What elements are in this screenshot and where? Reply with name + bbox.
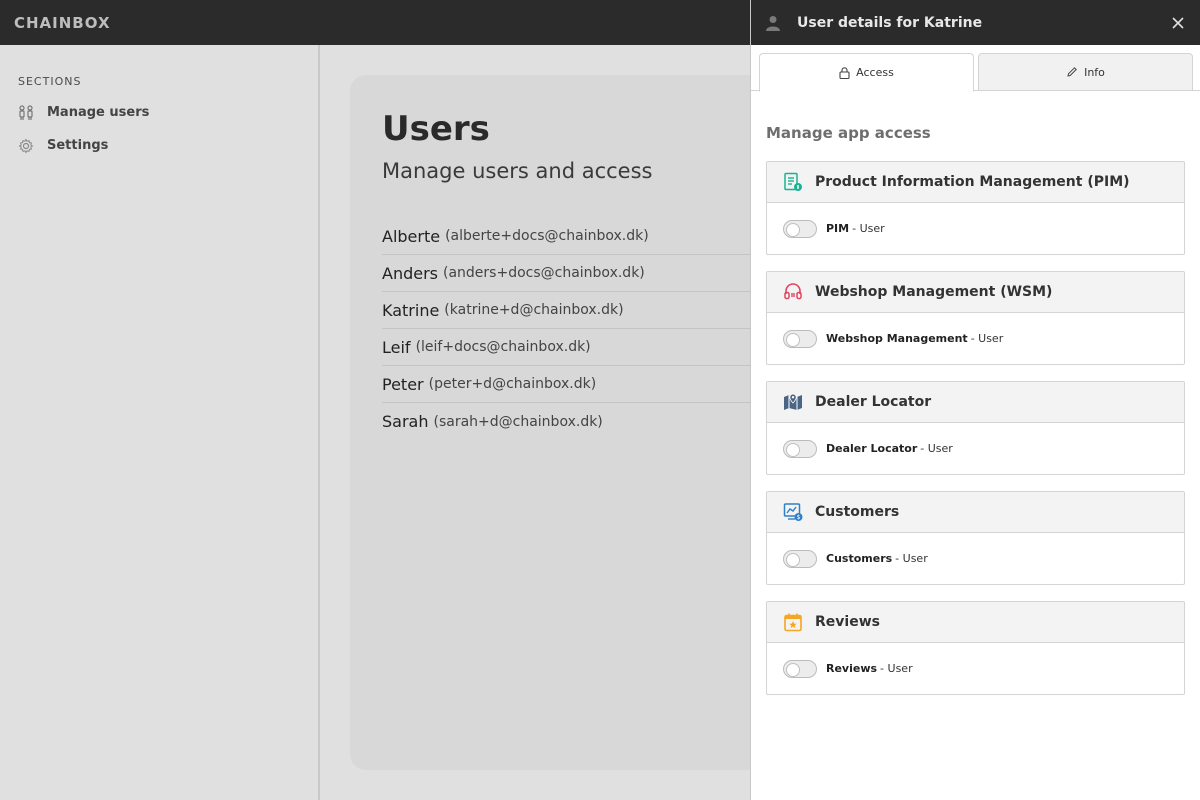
- user-row[interactable]: Sarah (sarah+d@chainbox.dk): [382, 403, 782, 440]
- permission-name: Customers: [826, 552, 893, 565]
- reviews-user-toggle[interactable]: [783, 659, 817, 678]
- user-email: (leif+docs@chainbox.dk): [415, 339, 591, 355]
- tab-label: Access: [856, 66, 894, 79]
- sidebar-item-label: Settings: [47, 138, 109, 153]
- user-row[interactable]: Leif (leif+docs@chainbox.dk): [382, 329, 782, 366]
- user-row[interactable]: Katrine (katrine+d@chainbox.dk): [382, 292, 782, 329]
- user-list: Alberte (alberte+docs@chainbox.dk) Ander…: [382, 218, 782, 440]
- tab-label: Info: [1084, 65, 1105, 79]
- app-card-header: Webshop Management (WSM): [767, 272, 1184, 313]
- sidebar: SECTIONS Manage users Settings: [0, 45, 320, 800]
- app-card-header: Product Information Management (PIM): [767, 162, 1184, 203]
- sidebar-item-manage-users[interactable]: Manage users: [0, 96, 318, 129]
- permission-name: Dealer Locator: [826, 442, 918, 455]
- svg-text:$: $: [797, 514, 801, 521]
- section-heading: Manage app access: [766, 124, 931, 142]
- users-icon: [18, 104, 34, 121]
- app-card-header: $ Customers: [767, 492, 1184, 533]
- app-permission-row: Dealer Locator - User: [767, 423, 1184, 474]
- app-name: Product Information Management (PIM): [815, 174, 1130, 190]
- close-button[interactable]: [1166, 11, 1190, 35]
- app-permission-row: Reviews - User: [767, 643, 1184, 694]
- user-name: Leif: [382, 337, 411, 357]
- gear-icon: [18, 138, 34, 154]
- brand-logo[interactable]: CHAINBOX: [14, 14, 111, 32]
- main-content: Users Manage users and access Alberte (a…: [322, 45, 850, 800]
- app-card-header: Reviews: [767, 602, 1184, 643]
- pencil-icon: [1066, 66, 1078, 78]
- permission-role: - User: [920, 442, 953, 455]
- app-name: Reviews: [815, 614, 880, 630]
- app-name: Dealer Locator: [815, 394, 932, 410]
- permission-name: Reviews: [826, 662, 878, 675]
- sidebar-section-title: SECTIONS: [18, 75, 82, 88]
- user-email: (alberte+docs@chainbox.dk): [445, 228, 649, 244]
- headset-icon: [783, 282, 803, 302]
- customers-chart-icon: $: [783, 502, 803, 522]
- map-marker-icon: [783, 392, 803, 412]
- user-avatar-icon: [764, 14, 782, 32]
- user-row[interactable]: Anders (anders+docs@chainbox.dk): [382, 255, 782, 292]
- permission-role: - User: [852, 222, 885, 235]
- tab-access[interactable]: Access: [759, 53, 974, 92]
- tab-info[interactable]: Info: [978, 53, 1193, 91]
- user-details-drawer: User details for Katrine Access Info Man…: [750, 0, 1200, 800]
- pim-document-icon: [783, 172, 803, 192]
- permission-name: Webshop Management: [826, 332, 968, 345]
- app-permission-row: PIM - User: [767, 203, 1184, 254]
- user-email: (anders+docs@chainbox.dk): [443, 265, 645, 281]
- user-name: Katrine: [382, 300, 440, 320]
- page-subtitle: Manage users and access: [382, 159, 653, 183]
- sidebar-item-label: Manage users: [47, 105, 150, 120]
- drawer-title: User details for Katrine: [797, 14, 983, 31]
- user-email: (katrine+d@chainbox.dk): [444, 302, 624, 318]
- permission-name: PIM: [826, 222, 850, 235]
- wsm-user-toggle[interactable]: [783, 329, 817, 348]
- drawer-body: Manage app access Product Information Ma…: [751, 124, 1200, 695]
- drawer-tabs: Access Info: [751, 45, 1200, 92]
- top-bar: CHAINBOX: [0, 0, 750, 45]
- dealer-locator-user-toggle[interactable]: [783, 439, 817, 458]
- user-name: Anders: [382, 263, 438, 283]
- app-permission-row: Customers - User: [767, 533, 1184, 584]
- customers-user-toggle[interactable]: [783, 549, 817, 568]
- user-email: (peter+d@chainbox.dk): [428, 376, 597, 392]
- app-name: Customers: [815, 504, 900, 520]
- user-name: Peter: [382, 374, 424, 394]
- permission-role: - User: [895, 552, 928, 565]
- close-icon: [1172, 17, 1184, 29]
- permission-role: - User: [880, 662, 913, 675]
- calendar-star-icon: [783, 612, 803, 632]
- app-card-customers: $ Customers Customers - User: [766, 491, 1185, 585]
- lock-icon: [839, 66, 850, 79]
- sidebar-item-settings[interactable]: Settings: [0, 129, 318, 162]
- app-card-pim: Product Information Management (PIM) PIM…: [766, 161, 1185, 255]
- user-name: Alberte: [382, 226, 441, 246]
- user-row[interactable]: Peter (peter+d@chainbox.dk): [382, 366, 782, 403]
- app-card-wsm: Webshop Management (WSM) Webshop Managem…: [766, 271, 1185, 365]
- page-title: Users: [382, 109, 490, 149]
- pim-user-toggle[interactable]: [783, 219, 817, 238]
- app-card-reviews: Reviews Reviews - User: [766, 601, 1185, 695]
- app-permission-row: Webshop Management - User: [767, 313, 1184, 364]
- user-email: (sarah+d@chainbox.dk): [433, 413, 603, 430]
- app-card-dealer-locator: Dealer Locator Dealer Locator - User: [766, 381, 1185, 475]
- permission-role: - User: [970, 332, 1004, 345]
- app-card-header: Dealer Locator: [767, 382, 1184, 423]
- user-row[interactable]: Alberte (alberte+docs@chainbox.dk): [382, 218, 782, 255]
- drawer-header: User details for Katrine: [751, 0, 1200, 45]
- user-name: Sarah: [382, 412, 429, 431]
- app-name: Webshop Management (WSM): [815, 284, 1053, 300]
